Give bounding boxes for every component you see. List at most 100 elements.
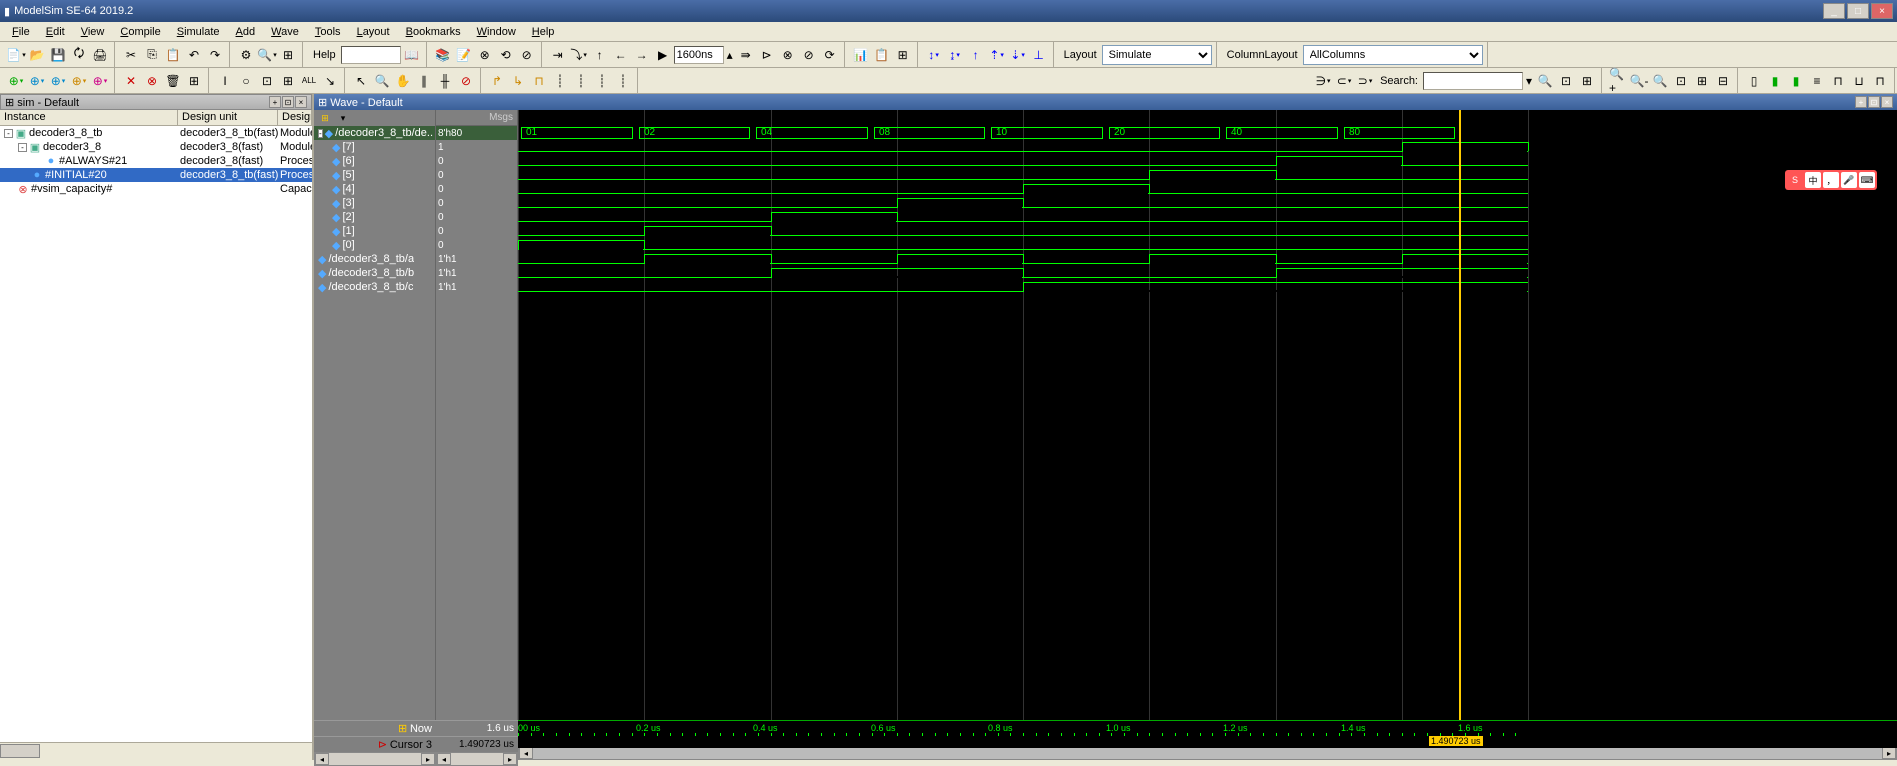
ime-bar[interactable]: S中，🎤⌨ xyxy=(1785,170,1877,190)
zoom-fit-button[interactable]: ⊟ xyxy=(1713,71,1733,91)
tb-2[interactable]: ○ xyxy=(236,71,256,91)
zoom-full-button[interactable]: 🔍 xyxy=(1650,71,1670,91)
cursor-next-button[interactable]: ↨ xyxy=(945,45,965,65)
add-watch-button[interactable]: ⊕ xyxy=(90,71,110,91)
remove-button[interactable]: ✕ xyxy=(121,71,141,91)
copy-button[interactable]: ⎘ xyxy=(142,45,162,65)
wave-signal-row[interactable]: ◆[0] xyxy=(314,238,435,252)
zoom-out-button[interactable]: 🔍- xyxy=(1629,71,1649,91)
maximize-button[interactable]: □ xyxy=(1847,3,1869,19)
tree-row[interactable]: ●#INITIAL#20decoder3_8_tb(fast)Process xyxy=(0,168,312,182)
search-find[interactable]: 🔍 xyxy=(1535,71,1555,91)
menu-add[interactable]: Add xyxy=(228,24,264,40)
search-highlight[interactable]: ⊡ xyxy=(1556,71,1576,91)
paste-button[interactable]: 📋 xyxy=(163,45,183,65)
break-button[interactable]: ⊗ xyxy=(475,45,495,65)
sig-3[interactable]: ⊓ xyxy=(529,71,549,91)
restart-button[interactable]: ⟲ xyxy=(496,45,516,65)
add-dataflow-button[interactable]: ⊕ xyxy=(69,71,89,91)
menu-help[interactable]: Help xyxy=(524,24,563,40)
wv-4[interactable]: ≡ xyxy=(1807,71,1827,91)
tree-toggle[interactable]: - xyxy=(4,129,13,138)
menu-simulate[interactable]: Simulate xyxy=(169,24,228,40)
sig-5[interactable]: ┊ xyxy=(571,71,591,91)
wave-names-icon[interactable]: ⊞ xyxy=(318,111,332,125)
ime-logo-icon[interactable]: S xyxy=(1787,172,1803,188)
layout-select[interactable]: Simulate xyxy=(1102,45,1212,65)
ime-button[interactable]: 中 xyxy=(1805,172,1821,188)
wave-dataflow-button[interactable]: ⊞ xyxy=(893,45,913,65)
cursor-tool[interactable]: ╫ xyxy=(435,71,455,91)
cursor-flag[interactable]: 1.490723 us xyxy=(1429,736,1483,746)
sim-col-type[interactable]: Design u xyxy=(278,110,312,125)
sim-panel-header[interactable]: ⊞ sim - Default + ⊡ × xyxy=(0,94,312,110)
zoom-tool[interactable]: 🔍 xyxy=(372,71,392,91)
toggle-button[interactable]: ⊞ xyxy=(278,45,298,65)
print-button[interactable]: 🖨 xyxy=(90,45,110,65)
ime-button[interactable]: ， xyxy=(1823,172,1839,188)
collapse-button[interactable]: ⊃ xyxy=(1355,71,1375,91)
tb-all[interactable]: ALL xyxy=(299,71,319,91)
run-button[interactable]: ▶ xyxy=(653,45,673,65)
wave-plot[interactable]: 0102040810204080 xyxy=(518,110,1897,720)
select-tool[interactable]: ↖ xyxy=(351,71,371,91)
wave-plot-hscroll[interactable]: ◂▸ xyxy=(518,746,1897,760)
sig-7[interactable]: ┊ xyxy=(613,71,633,91)
stop-button[interactable]: ⊘ xyxy=(517,45,537,65)
contains-button[interactable]: ∋ xyxy=(1313,71,1333,91)
tree-row[interactable]: ●#ALWAYS#21decoder3_8(fast)Process xyxy=(0,154,312,168)
tb-3[interactable]: ⊡ xyxy=(257,71,277,91)
tb-arrow[interactable]: ↘ xyxy=(320,71,340,91)
ime-button[interactable]: ⌨ xyxy=(1859,172,1875,188)
help-input[interactable] xyxy=(341,46,401,64)
search-dd[interactable]: ▾ xyxy=(1524,71,1534,91)
zoom-in-button[interactable]: 🔍+ xyxy=(1608,71,1628,91)
remove-all-button[interactable]: ⊗ xyxy=(142,71,162,91)
tb-4[interactable]: ⊞ xyxy=(278,71,298,91)
menu-layout[interactable]: Layout xyxy=(349,24,398,40)
edge-prev-button[interactable]: ⇡ xyxy=(987,45,1007,65)
compile-button[interactable]: ⚙ xyxy=(236,45,256,65)
step-over-button[interactable]: ⤵ xyxy=(569,45,589,65)
wave-panel-dock[interactable]: ⊡ xyxy=(1868,96,1880,108)
menu-file[interactable]: File xyxy=(4,24,38,40)
dataflow-icon[interactable]: ⊞ xyxy=(184,71,204,91)
wave-values-hscroll[interactable]: ◂▸ xyxy=(436,752,518,766)
reload-button[interactable]: 🗘 xyxy=(69,45,89,65)
sim-panel-close[interactable]: × xyxy=(295,96,307,108)
wave-signal-row[interactable]: ◆[2] xyxy=(314,210,435,224)
expand-button[interactable]: ⊂ xyxy=(1334,71,1354,91)
wave-signal-row[interactable]: -◆/decoder3_8_tb/de... xyxy=(314,126,435,140)
zoom-range-button[interactable]: ⊞ xyxy=(1692,71,1712,91)
restart-sim-button[interactable]: ⟳ xyxy=(820,45,840,65)
sig-1[interactable]: ↱ xyxy=(487,71,507,91)
new-button[interactable]: 📄 xyxy=(6,45,26,65)
columnlayout-select[interactable]: AllColumns xyxy=(1303,45,1483,65)
sim-col-designunit[interactable]: Design unit xyxy=(178,110,278,125)
cursor-prev-button[interactable]: ↕ xyxy=(924,45,944,65)
open-button[interactable]: 📂 xyxy=(27,45,47,65)
tree-row[interactable]: ⊗#vsim_capacity#Capacit xyxy=(0,182,312,196)
break-run-button[interactable]: ⊗ xyxy=(778,45,798,65)
zoom-cursor-button[interactable]: ⊡ xyxy=(1671,71,1691,91)
wave-signal-row[interactable]: ◆/decoder3_8_tb/b xyxy=(314,266,435,280)
menu-tools[interactable]: Tools xyxy=(307,24,349,40)
minimize-button[interactable]: _ xyxy=(1823,3,1845,19)
wave-signal-row[interactable]: ◆/decoder3_8_tb/a xyxy=(314,252,435,266)
sig-4[interactable]: ┊ xyxy=(550,71,570,91)
sim-panel-dock[interactable]: ⊡ xyxy=(282,96,294,108)
clear-button[interactable]: 🗑 xyxy=(163,71,183,91)
sig-2[interactable]: ↳ xyxy=(508,71,528,91)
edge-next-button[interactable]: ⇣ xyxy=(1008,45,1028,65)
save-button[interactable]: 💾 xyxy=(48,45,68,65)
add-list-button[interactable]: ⊕ xyxy=(27,71,47,91)
add-wave-button[interactable]: ⊕ xyxy=(6,71,26,91)
wv-1[interactable]: ▯ xyxy=(1744,71,1764,91)
wave-add-button[interactable]: 📊 xyxy=(851,45,871,65)
search-opt[interactable]: ⊞ xyxy=(1577,71,1597,91)
menu-compile[interactable]: Compile xyxy=(112,24,168,40)
step-up-button[interactable]: ↑ xyxy=(590,45,610,65)
menu-window[interactable]: Window xyxy=(469,24,524,40)
edge-find-button[interactable]: ⊥ xyxy=(1029,45,1049,65)
wv-5[interactable]: ⊓ xyxy=(1828,71,1848,91)
